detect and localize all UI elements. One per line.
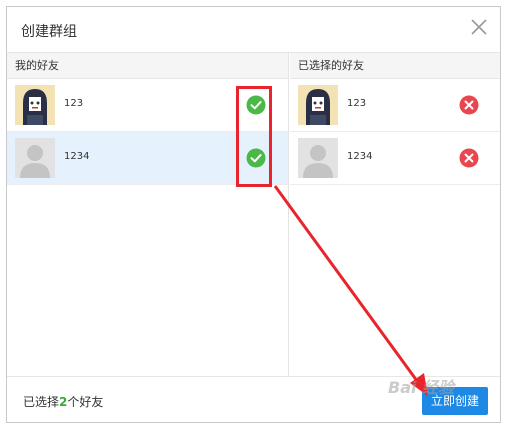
default-avatar bbox=[15, 138, 55, 178]
friend-row[interactable]: 123 bbox=[7, 79, 288, 132]
selected-count-text: 已选择2个好友 bbox=[23, 393, 103, 410]
dialog-footer: 已选择2个好友 立即创建 bbox=[7, 376, 500, 422]
remove-icon[interactable] bbox=[459, 148, 479, 168]
create-group-button[interactable]: 立即创建 bbox=[422, 387, 488, 415]
selected-friend-name: 1234 bbox=[347, 151, 373, 162]
selected-friends-panel: 已选择的好友 123 1234 bbox=[290, 53, 500, 376]
friend-name: 1234 bbox=[64, 151, 90, 162]
cartoon-avatar bbox=[15, 85, 55, 125]
cartoon-avatar bbox=[298, 85, 338, 125]
check-icon[interactable] bbox=[246, 148, 266, 168]
friends-panel: 我的好友 123 1234 bbox=[7, 53, 289, 376]
selected-friend-row: 123 bbox=[290, 79, 500, 132]
selected-friend-row: 1234 bbox=[290, 132, 500, 185]
dialog-title: 创建群组 bbox=[21, 24, 77, 40]
friend-row[interactable]: 1234 bbox=[7, 132, 288, 185]
default-avatar bbox=[298, 138, 338, 178]
check-icon[interactable] bbox=[246, 95, 266, 115]
dialog-header: 创建群组 bbox=[7, 7, 500, 53]
friends-panel-header: 我的好友 bbox=[7, 53, 288, 79]
selected-count-suffix: 个好友 bbox=[67, 395, 104, 409]
close-icon[interactable] bbox=[468, 16, 490, 38]
selected-count-prefix: 已选择 bbox=[23, 395, 60, 409]
selected-friend-name: 123 bbox=[347, 98, 367, 109]
create-group-dialog: 创建群组 我的好友 123 1234 已选择的好友 123 1234 已选择2个… bbox=[6, 6, 501, 423]
remove-icon[interactable] bbox=[459, 95, 479, 115]
friend-name: 123 bbox=[64, 98, 84, 109]
selected-panel-header: 已选择的好友 bbox=[290, 53, 500, 79]
